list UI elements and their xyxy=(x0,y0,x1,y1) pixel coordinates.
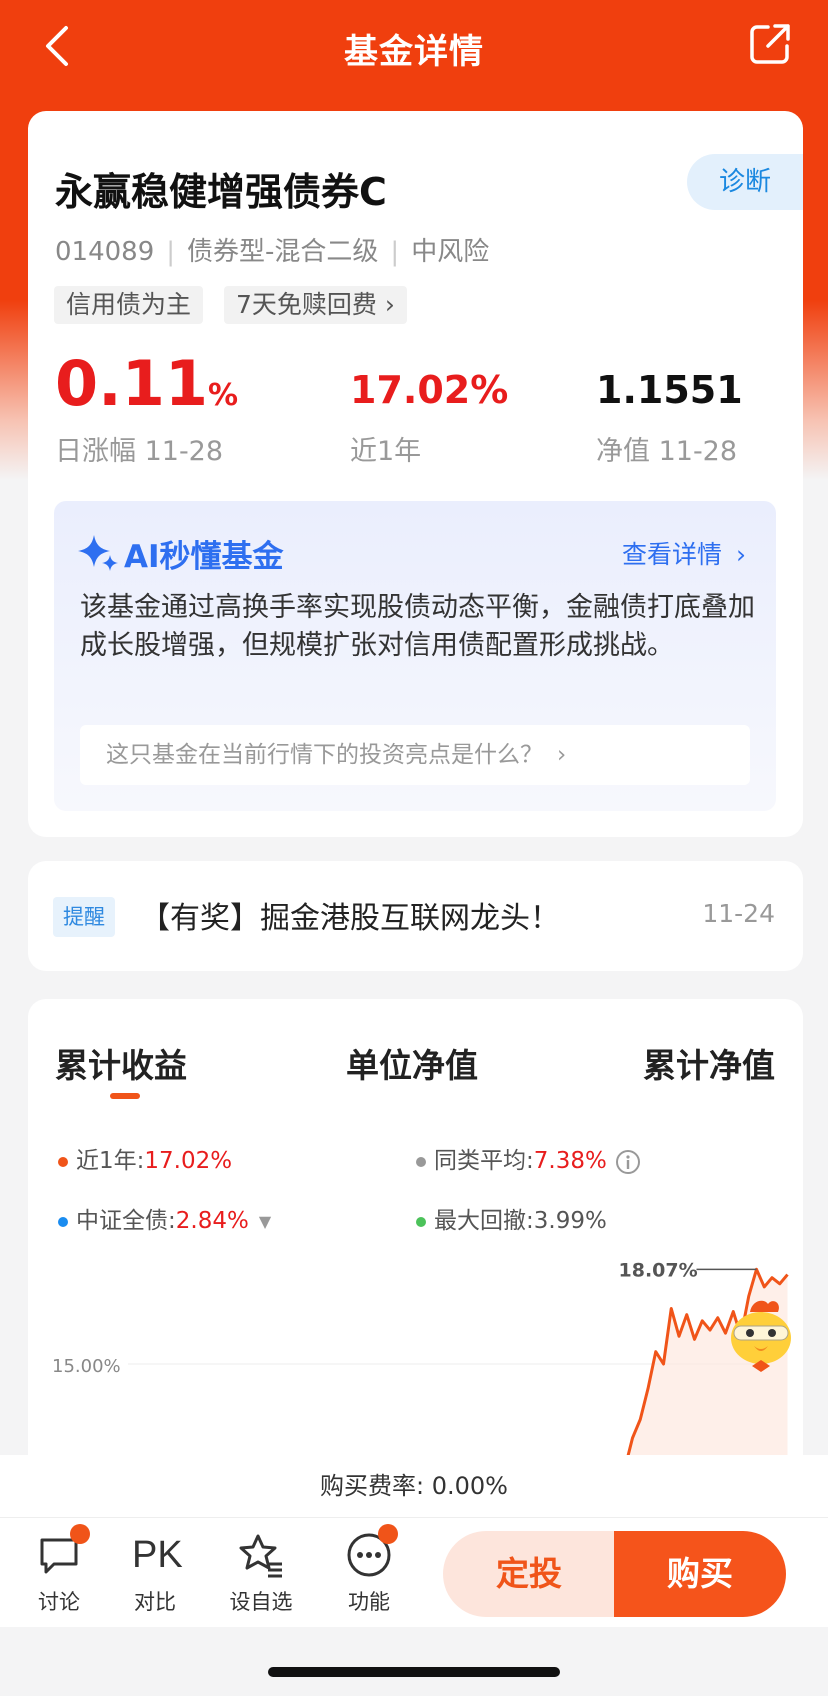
discuss-button[interactable]: 讨论 xyxy=(14,1524,104,1616)
legend-one-year: 近1年:17.02% xyxy=(58,1141,232,1175)
chat-bubble-icon xyxy=(40,1524,90,1574)
fund-risk: 中风险 xyxy=(411,237,490,267)
pk-icon: PK xyxy=(132,1534,183,1576)
legend-label: 同类平均: xyxy=(434,1148,534,1174)
ai-summary-text: 该基金通过高换手率实现股债动态平衡，金融债打底叠加成长股增强，但规模扩张对信用债… xyxy=(80,592,755,661)
more-dots-icon xyxy=(347,1524,398,1577)
compare-button[interactable]: PK 对比 xyxy=(110,1532,200,1616)
legend-max-drawdown: 最大回撤:3.99% xyxy=(416,1201,607,1235)
nav-value: 1.1551 xyxy=(596,368,743,412)
legend-value: 3.99% xyxy=(533,1208,607,1234)
fund-summary-card: 永赢稳健增强债券C 诊断 014089 | 债券型-混合二级 | 中风险 信用债为主 7… xyxy=(28,111,803,837)
ai-view-details-link[interactable]: 查看详情 › xyxy=(622,535,746,571)
divider: | xyxy=(166,237,176,267)
more-functions-button[interactable]: 功能 xyxy=(324,1524,414,1616)
watchlist-button[interactable]: 设自选 xyxy=(216,1532,306,1616)
daily-change-number: 0.11 xyxy=(55,347,208,420)
y-tick-label: 15.00% xyxy=(52,1356,121,1377)
divider: | xyxy=(390,237,400,267)
ai-view-details-label: 查看详情 xyxy=(621,540,722,569)
purchase-fee-bar: 购买费率: 0.00% xyxy=(0,1455,828,1517)
mascot-icon[interactable] xyxy=(720,1294,802,1376)
star-list-icon xyxy=(239,1534,282,1578)
daily-change-value: 0.11% xyxy=(55,347,238,420)
ai-title: AI秒懂基金 xyxy=(124,539,284,575)
share-icon[interactable] xyxy=(748,22,792,66)
tag-redeem-fee[interactable]: 7天免赎回费 › xyxy=(224,286,407,324)
compare-label: 对比 xyxy=(134,1590,176,1614)
fund-code: 014089 xyxy=(55,237,155,267)
legend-value: 7.38% xyxy=(533,1148,607,1174)
nav-label: 净值 11-28 xyxy=(596,436,738,467)
ai-summary-box: AI秒懂基金 查看详情 › 该基金通过高换手率实现股债动态平衡，金融债打底叠加成长… xyxy=(54,501,776,811)
active-tab-indicator xyxy=(110,1093,140,1099)
buy-button[interactable]: 购买 xyxy=(614,1531,786,1617)
notice-text: 【有奖】掘金港股互联网龙头！ xyxy=(140,901,560,936)
daily-change-label: 日涨幅 11-28 xyxy=(55,436,224,467)
notice-date: 11-24 xyxy=(702,899,775,928)
one-year-return-label: 近1年 xyxy=(350,436,422,467)
page-title: 基金详情 xyxy=(344,32,484,72)
legend-dot-green xyxy=(416,1216,426,1227)
info-icon[interactable] xyxy=(615,1149,641,1175)
home-indicator[interactable] xyxy=(268,1667,560,1677)
chevron-right-icon: › xyxy=(736,540,746,569)
discuss-label: 讨论 xyxy=(38,1590,80,1614)
daily-change-unit: % xyxy=(207,378,239,413)
fund-type: 债券型-混合二级 xyxy=(187,237,379,267)
watchlist-label: 设自选 xyxy=(229,1590,293,1614)
ai-question-button[interactable]: 这只基金在当前行情下的投资亮点是什么？ › xyxy=(80,725,750,785)
legend-dot-blue xyxy=(58,1216,68,1227)
legend-value: 17.02% xyxy=(144,1148,233,1174)
peak-label: 18.07% xyxy=(619,1259,698,1281)
tag-credit-bond: 信用债为主 xyxy=(54,286,204,324)
return-chart[interactable]: 21.00%15.00%18.07% xyxy=(28,1249,803,1459)
tab-unit-nav[interactable]: 单位净值 xyxy=(346,1039,478,1087)
legend-label: 最大回撤: xyxy=(434,1208,534,1234)
diagnose-button[interactable]: 诊断 xyxy=(687,154,803,210)
one-year-return-value: 17.02% xyxy=(350,368,509,412)
tab-cumulative-return[interactable]: 累计收益 xyxy=(55,1039,187,1087)
notice-badge: 提醒 xyxy=(53,897,115,937)
ai-question-text: 这只基金在当前行情下的投资亮点是什么？ xyxy=(106,742,543,768)
chevron-right-icon: › xyxy=(557,742,567,768)
tab-cumulative-nav[interactable]: 累计净值 xyxy=(643,1039,775,1087)
sip-button[interactable]: 定投 xyxy=(443,1531,615,1617)
legend-dot-orange xyxy=(58,1156,68,1167)
legend-label: 近1年: xyxy=(76,1148,145,1174)
legend-label: 中证全债: xyxy=(76,1208,176,1234)
more-functions-label: 功能 xyxy=(348,1590,390,1614)
fund-name: 永赢稳健增强债券C xyxy=(55,170,387,214)
legend-value: 2.84% xyxy=(175,1208,249,1234)
chart-card: 累计收益 单位净值 累计净值 近1年:17.02% 同类平均:7.38% 中证全… xyxy=(28,999,803,1519)
notice-card[interactable]: 提醒 【有奖】掘金港股互联网龙头！ 11-24 xyxy=(28,861,803,971)
bottom-action-bar: 讨论 PK 对比 设自选 功能 定投 购买 xyxy=(0,1517,828,1627)
navbar: 基金详情 xyxy=(0,0,828,92)
sparkle-icon xyxy=(78,535,118,571)
caret-down-icon: ▼ xyxy=(258,1212,272,1231)
fund-meta: 014089 | 债券型-混合二级 | 中风险 xyxy=(55,231,489,268)
legend-dot-gray xyxy=(416,1156,426,1167)
legend-benchmark[interactable]: 中证全债:2.84% ▼ xyxy=(58,1201,271,1235)
legend-category-avg: 同类平均:7.38% xyxy=(416,1141,641,1175)
